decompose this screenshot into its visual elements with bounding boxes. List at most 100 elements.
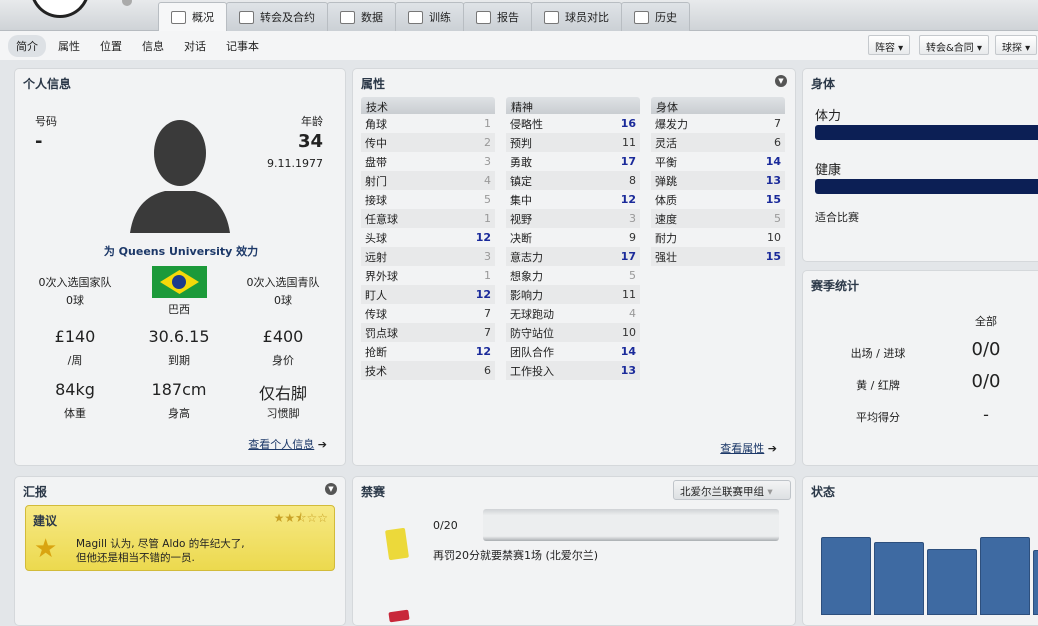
attribute-row[interactable]: 勇敢 17 xyxy=(506,152,640,171)
attribute-row[interactable]: 工作投入 13 xyxy=(506,361,640,380)
attribute-row[interactable]: 盯人 12 xyxy=(361,285,495,304)
attribute-row[interactable]: 灵活 6 xyxy=(651,133,785,152)
date-of-birth: 9.11.1977 xyxy=(267,157,323,170)
dropdown-label: 球探 xyxy=(1002,43,1022,54)
preferred-foot: 仅右脚 xyxy=(258,384,307,403)
attribute-row[interactable]: 接球 5 xyxy=(361,190,495,209)
view-attributes-link[interactable]: 查看属性 ➔ xyxy=(720,440,777,456)
squad-dropdown[interactable]: 阵容 ▾ xyxy=(868,35,911,55)
attribute-value: 17 xyxy=(620,250,636,263)
stat-label: 黄 / 红牌 xyxy=(856,379,900,392)
attribute-row[interactable]: 传中 2 xyxy=(361,133,495,152)
tab-report[interactable]: 报告 xyxy=(463,2,532,31)
attribute-value: 3 xyxy=(484,250,491,263)
ban-points: 0/20 xyxy=(433,519,458,532)
attribute-row[interactable]: 影响力 11 xyxy=(506,285,640,304)
attribute-value: 2 xyxy=(484,136,491,149)
panel-menu-icon[interactable]: ▼ xyxy=(775,75,787,87)
report-panel: 汇报 ▼ 建议 ★★⯪☆☆ ★ Magill 认为, 尽管 Aldo 的年纪大了… xyxy=(14,476,346,626)
subnav-item[interactable]: 属性 xyxy=(50,35,88,57)
fitness-label: 健康 xyxy=(815,163,842,178)
attribute-name: 界外球 xyxy=(365,269,398,283)
attribute-name: 技术 xyxy=(365,364,387,378)
foot-label: 习惯脚 xyxy=(266,407,300,420)
attribute-value: 15 xyxy=(765,250,781,263)
view-personal-info-link[interactable]: 查看个人信息 ➔ xyxy=(248,436,327,452)
tab-compare[interactable]: 球员对比 xyxy=(531,2,622,31)
attribute-row[interactable]: 弹跳 13 xyxy=(651,171,785,190)
attribute-row[interactable]: 头球 12 xyxy=(361,228,495,247)
competition-dropdown[interactable]: 北爱尔兰联赛甲组 ▾ xyxy=(673,480,791,500)
age-label: 年龄 xyxy=(301,115,323,128)
attribute-row[interactable]: 界外球 1 xyxy=(361,266,495,285)
tab-cap[interactable]: 训练 xyxy=(395,2,464,31)
column-header-all: 全部 xyxy=(975,315,997,328)
attribute-row[interactable]: 射门 4 xyxy=(361,171,495,190)
attribute-name: 接球 xyxy=(365,193,387,207)
value-label: 身价 xyxy=(272,354,294,367)
tab-document[interactable]: 转会及合约 xyxy=(226,2,328,31)
attribute-row[interactable]: 远射 3 xyxy=(361,247,495,266)
attribute-row[interactable]: 视野 3 xyxy=(506,209,640,228)
player-silhouette-icon xyxy=(130,120,230,233)
attribute-value: 5 xyxy=(629,269,636,282)
attribute-row[interactable]: 体质 15 xyxy=(651,190,785,209)
club-logo[interactable] xyxy=(30,0,90,18)
attribute-row[interactable]: 角球 1 xyxy=(361,114,495,133)
attribute-row[interactable]: 罚点球 7 xyxy=(361,323,495,342)
attribute-row[interactable]: 爆发力 7 xyxy=(651,114,785,133)
attribute-row[interactable]: 抢断 12 xyxy=(361,342,495,361)
attribute-row[interactable]: 盘带 3 xyxy=(361,152,495,171)
attribute-value: 4 xyxy=(629,307,636,320)
attribute-row[interactable]: 集中 12 xyxy=(506,190,640,209)
advice-text: 但他还是相当不错的一员. xyxy=(76,552,195,564)
attribute-row[interactable]: 传球 7 xyxy=(361,304,495,323)
attribute-value: 1 xyxy=(484,212,491,225)
attribute-row[interactable]: 防守站位 10 xyxy=(506,323,640,342)
status-dot xyxy=(122,0,132,6)
subnav-item[interactable]: 记事本 xyxy=(218,35,267,57)
attribute-row[interactable]: 想象力 5 xyxy=(506,266,640,285)
subnav-item[interactable]: 对话 xyxy=(176,35,214,57)
advice-card: 建议 ★★⯪☆☆ ★ Magill 认为, 尽管 Aldo 的年纪大了, 但他还… xyxy=(25,505,335,571)
attributes-panel: 属性 ▼ 技术 角球 1 传中 2 盘带 3 射门 4 接球 5 任意球 1 头球 12 远射 3 界外球 1 盯人 1… xyxy=(352,68,796,466)
attribute-name: 工作投入 xyxy=(510,364,554,378)
subnav-item[interactable]: 简介 xyxy=(8,34,46,57)
attribute-row[interactable]: 决断 9 xyxy=(506,228,640,247)
attribute-row[interactable]: 耐力 10 xyxy=(651,228,785,247)
attribute-value: 11 xyxy=(622,136,636,149)
attribute-row[interactable]: 任意球 1 xyxy=(361,209,495,228)
transfer-dropdown[interactable]: 转会&合同 ▾ xyxy=(919,35,990,55)
attribute-row[interactable]: 团队合作 14 xyxy=(506,342,640,361)
attribute-name: 强壮 xyxy=(655,250,677,264)
attribute-row[interactable]: 意志力 17 xyxy=(506,247,640,266)
contract-expiry: 30.6.15 xyxy=(148,327,210,346)
attribute-row[interactable]: 平衡 14 xyxy=(651,152,785,171)
attribute-row[interactable]: 无球跑动 4 xyxy=(506,304,640,323)
attribute-row[interactable]: 预判 11 xyxy=(506,133,640,152)
subnav-item[interactable]: 位置 xyxy=(92,35,130,57)
attribute-row[interactable]: 速度 5 xyxy=(651,209,785,228)
attribute-row[interactable]: 强壮 15 xyxy=(651,247,785,266)
plays-for-club[interactable]: 为 Queens University 效力 xyxy=(15,243,347,259)
panel-menu-icon[interactable]: ▼ xyxy=(325,483,337,495)
physical-panel: 身体 体力 健康 适合比赛 xyxy=(802,68,1038,262)
tab-scroll[interactable]: 历史 xyxy=(621,2,690,31)
attribute-name: 罚点球 xyxy=(365,326,398,340)
attribute-row[interactable]: 镇定 8 xyxy=(506,171,640,190)
subnav-item[interactable]: 信息 xyxy=(134,35,172,57)
attribute-row[interactable]: 侵略性 16 xyxy=(506,114,640,133)
link-text: 查看属性 xyxy=(720,442,765,455)
panel-title: 汇报 xyxy=(23,485,48,499)
scout-dropdown[interactable]: 球探 ▾ xyxy=(995,35,1038,55)
tab-label: 转会及合约 xyxy=(260,11,315,24)
attribute-value: 3 xyxy=(484,155,491,168)
tab-profile-card[interactable]: 概况 xyxy=(158,2,227,31)
tab-bar-chart[interactable]: 数据 xyxy=(327,2,396,31)
dropdown-label: 转会&合同 xyxy=(926,43,974,54)
attribute-row[interactable]: 技术 6 xyxy=(361,361,495,380)
attribute-value: 13 xyxy=(765,174,781,187)
stat-label: 平均得分 xyxy=(856,411,900,424)
attribute-name: 传中 xyxy=(365,136,387,150)
panel-title: 状态 xyxy=(811,485,836,499)
